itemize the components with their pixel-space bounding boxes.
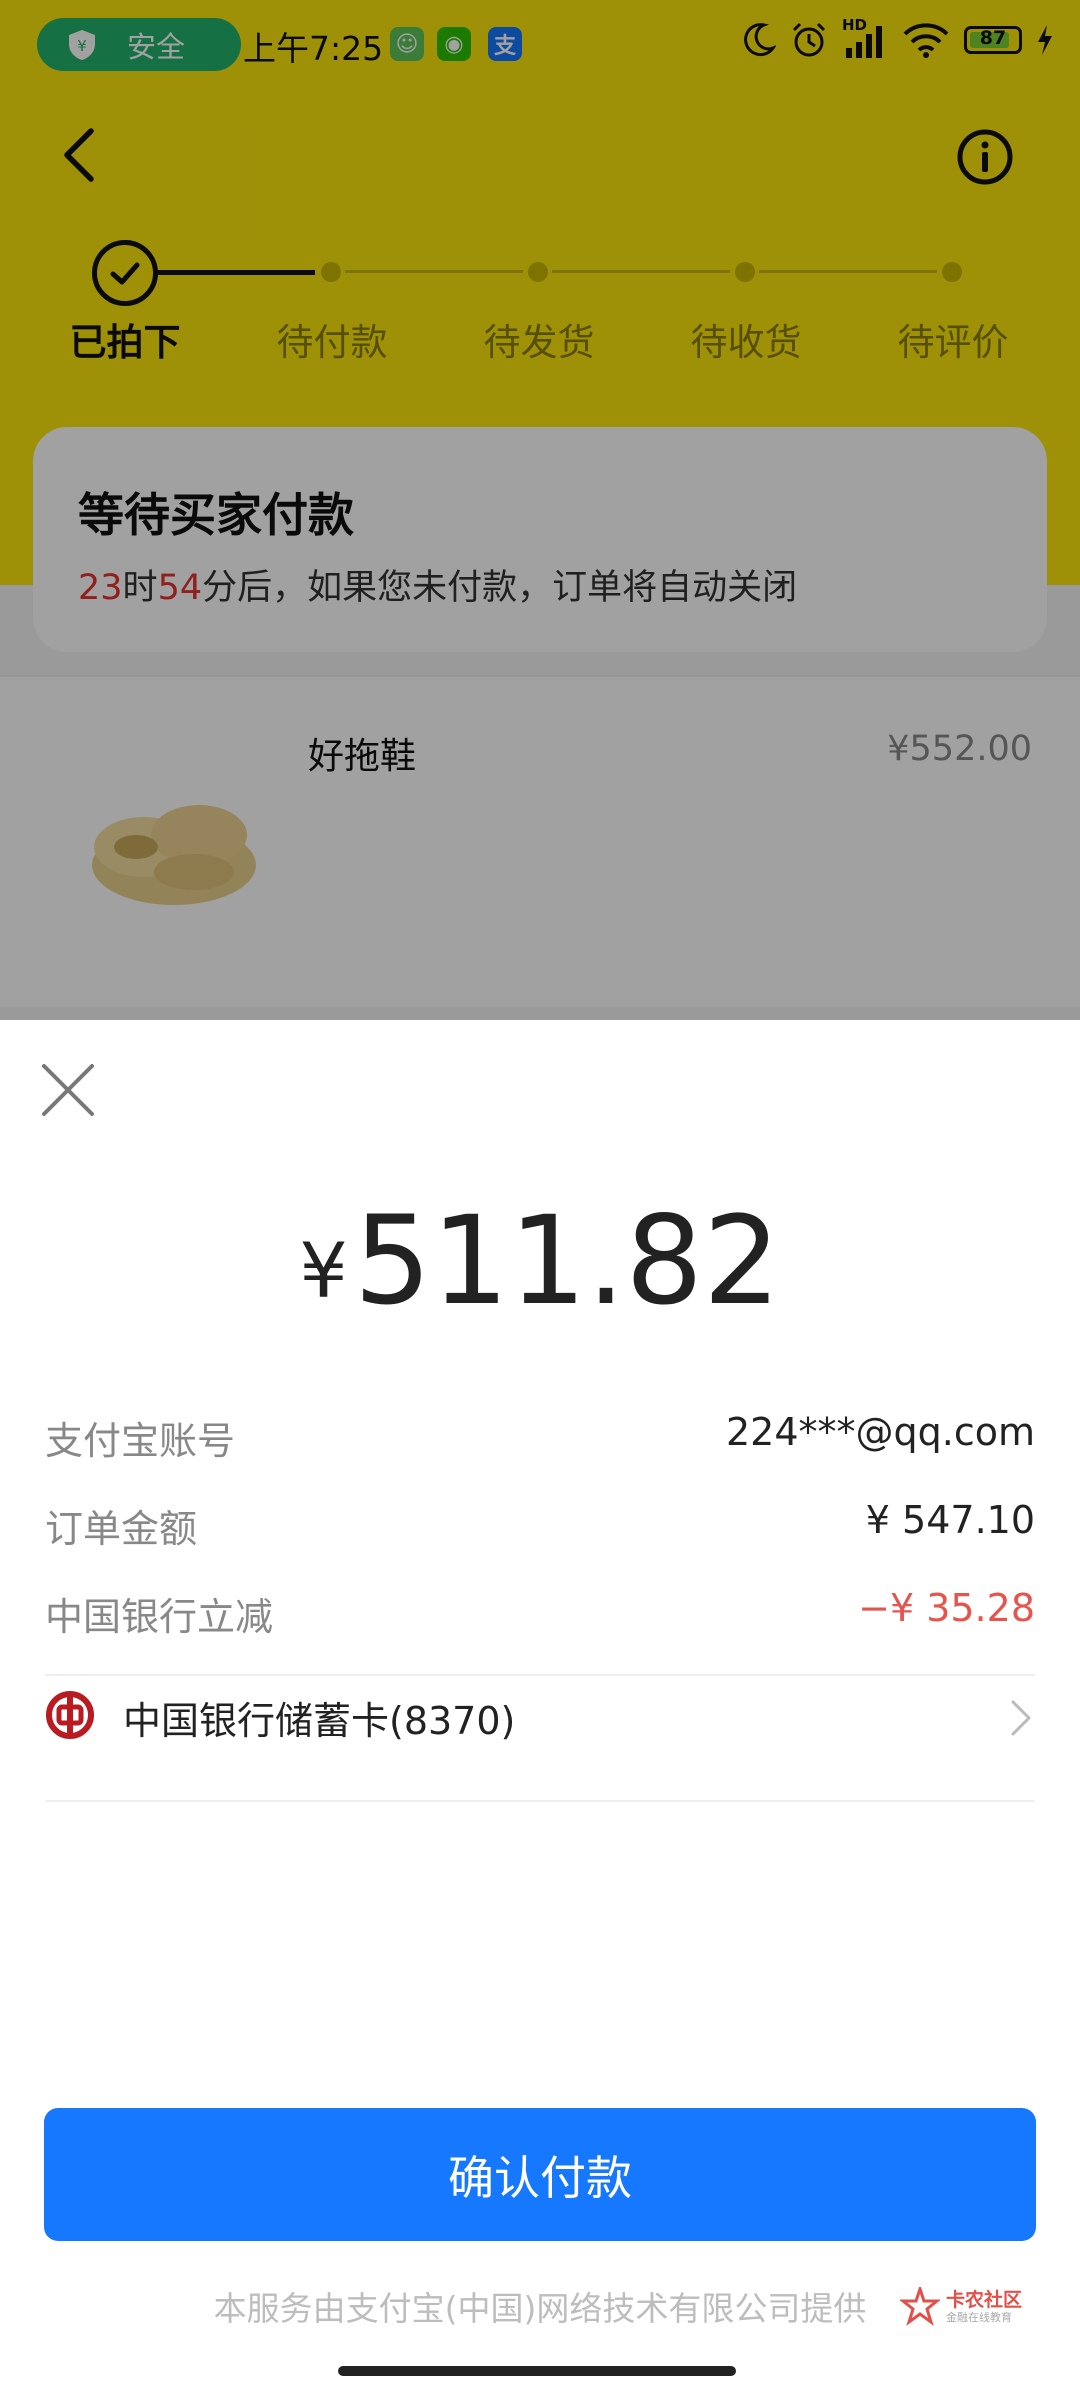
amount-value: 511.82 bbox=[353, 1190, 781, 1332]
watermark-subtitle: 金融在线教育 bbox=[946, 2311, 1012, 2324]
order-amount-label: 订单金额 bbox=[45, 1507, 198, 1551]
watermark-title: 卡农社区 bbox=[946, 2289, 1023, 2311]
discount-row: 中国银行立减 −¥ 35.28 bbox=[45, 1586, 1035, 1646]
watermark-logo-icon bbox=[900, 2287, 940, 2326]
currency-symbol: ¥ bbox=[299, 1226, 348, 1315]
discount-value: −¥ 35.28 bbox=[858, 1586, 1035, 1630]
home-indicator[interactable] bbox=[338, 2366, 736, 2376]
order-page-background: ¥ 安全 上午7:25 ☺ ◉ 支 HD 87 已拍下 待付款 待发货 待收货 … bbox=[0, 0, 1080, 1020]
order-amount-row: 订单金额 ¥ 547.10 bbox=[45, 1498, 1035, 1558]
chevron-right-icon bbox=[1011, 1700, 1031, 1736]
account-value: 224***@qq.com bbox=[725, 1410, 1035, 1454]
payment-method-selector[interactable]: 中国银行储蓄卡(8370) bbox=[45, 1672, 1035, 1758]
divider bbox=[45, 1800, 1035, 1802]
payment-amount: ¥511.82 bbox=[0, 1190, 1080, 1332]
discount-label: 中国银行立减 bbox=[45, 1595, 274, 1639]
bank-of-china-icon bbox=[46, 1691, 94, 1739]
payment-sheet: ¥511.82 支付宝账号 224***@qq.com 订单金额 ¥ 547.1… bbox=[0, 1020, 1080, 2400]
watermark: 卡农社区 金融在线教育 bbox=[900, 2285, 1030, 2330]
order-amount-value: ¥ 547.10 bbox=[865, 1498, 1035, 1542]
confirm-payment-button[interactable]: 确认付款 bbox=[44, 2108, 1036, 2241]
close-icon[interactable] bbox=[38, 1060, 98, 1120]
account-row: 支付宝账号 224***@qq.com bbox=[45, 1410, 1035, 1470]
payment-method-label: 中国银行储蓄卡(8370) bbox=[123, 1699, 516, 1743]
modal-overlay[interactable] bbox=[0, 0, 1080, 1020]
account-label: 支付宝账号 bbox=[45, 1419, 236, 1463]
